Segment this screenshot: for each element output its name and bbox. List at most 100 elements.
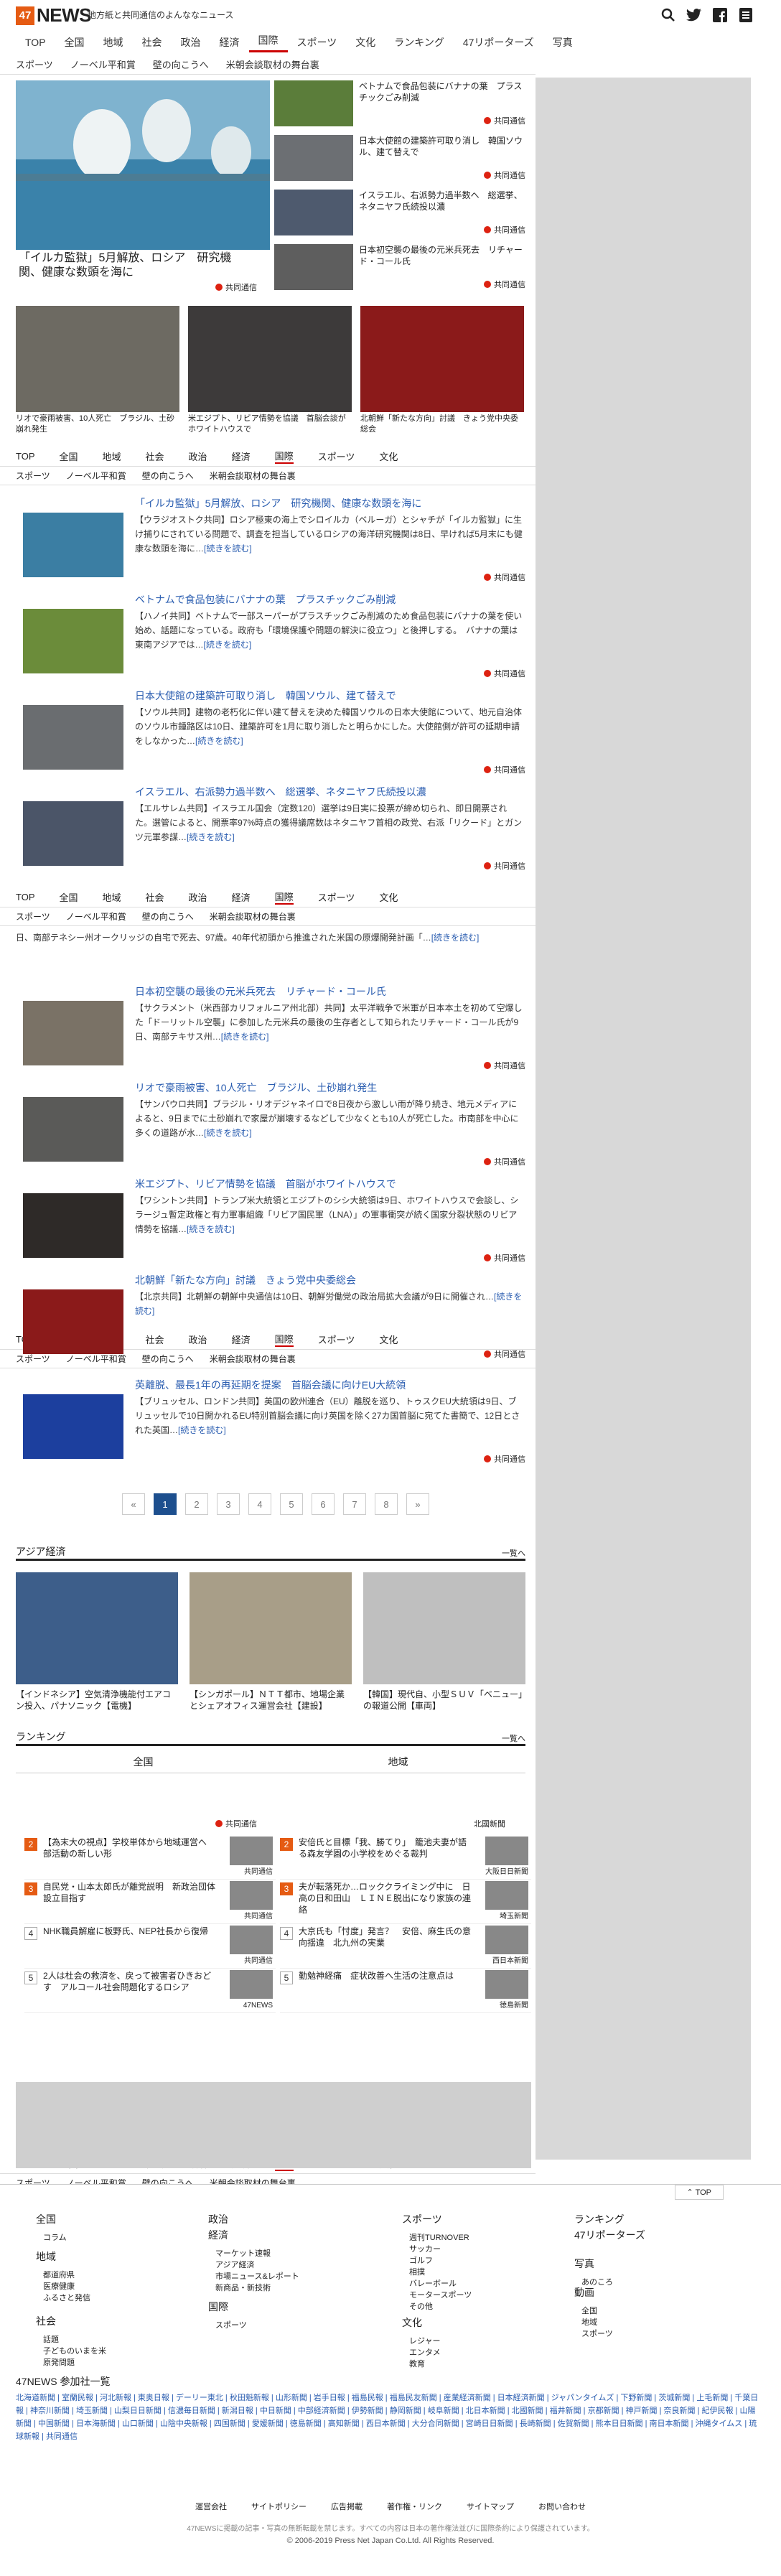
footer-link[interactable]: アジア経済 xyxy=(215,2259,299,2271)
photo-card-caption[interactable]: 北朝鮮「新たな方向」討議 きょう党中央委総会 xyxy=(360,414,524,435)
footer-heading[interactable]: 経済 xyxy=(208,2228,299,2242)
back-to-top-button[interactable]: ⌃ TOP xyxy=(674,2185,724,2200)
footer-link[interactable]: 地域 xyxy=(581,2317,613,2328)
asia-card-caption[interactable]: 【韓国】現代自、小型ＳＵＶ「ベニュー」の報道公開【車両】 xyxy=(363,1689,525,1712)
footer-link[interactable]: バレーボール xyxy=(409,2278,472,2290)
footer-link[interactable]: マーケット速報 xyxy=(215,2248,299,2259)
asia-card[interactable]: 【インドネシア】空気清浄機能付エアコン投入、パナソニック【電機】 xyxy=(16,1572,178,1712)
asia-card[interactable]: 【韓国】現代自、小型ＳＵＶ「ベニュー」の報道公開【車両】 xyxy=(363,1572,525,1712)
top-story-image[interactable] xyxy=(16,80,270,250)
ranking-title[interactable]: 2人は杜会の救済を、戻って被害者ひきおどす アルコール社会問題化するロシア xyxy=(43,1970,215,1993)
article-title[interactable]: リオで豪雨被害、10人死亡 ブラジル、土砂崩れ発生 xyxy=(135,1080,533,1096)
ranking-more-link[interactable]: 一覧へ xyxy=(502,1732,525,1744)
partners-list[interactable]: 北海道新聞 | 室蘭民報 | 河北新報 | 東奥日報 | デーリー東北 | 秋田… xyxy=(16,2391,762,2443)
article-title[interactable]: 北朝鮮「新たな方向」討議 きょう党中央委総会 xyxy=(135,1272,533,1288)
ranking-title[interactable]: 勤勉神経痛 症状改善へ生活の注意点は xyxy=(299,1970,471,1982)
page-button[interactable]: 4 xyxy=(248,1493,271,1515)
footer-heading[interactable]: 国際 xyxy=(208,2300,247,2314)
menu-icon[interactable] xyxy=(738,7,754,23)
read-more-link[interactable]: [続きを読む] xyxy=(204,640,252,650)
footer-link[interactable]: 教育 xyxy=(409,2358,441,2370)
footer-link[interactable]: 子どものいまを米 xyxy=(43,2346,106,2357)
footer-heading[interactable]: スポーツ xyxy=(402,2212,472,2226)
footer-bottom-link[interactable]: サイトポリシー xyxy=(251,2501,307,2512)
ranking-item[interactable]: 5 勤勉神経痛 症状改善へ生活の注意点は 徳島新聞 xyxy=(280,1969,531,2013)
footer-link[interactable]: レジャー xyxy=(409,2335,441,2347)
asia-card-image[interactable] xyxy=(190,1572,352,1684)
photo-card[interactable]: 米エジプト、リビア情勢を協議 首脳会談がホワイトハウスで xyxy=(188,306,352,434)
ranking-title[interactable]: 【為末大の視点】学校単体から地域運営へ 部活動の新しい形 xyxy=(43,1837,215,1859)
footer-link[interactable]: 相撲 xyxy=(409,2267,472,2278)
article-thumb[interactable] xyxy=(23,705,123,770)
footer-link[interactable]: 医療健康 xyxy=(43,2281,90,2292)
nav-item[interactable]: 経済 xyxy=(232,449,251,463)
top-story-caption[interactable]: 「イルカ監獄」5月解放、ロシア 研究機関、健康な数頭を海に xyxy=(19,251,248,280)
side-story-thumb[interactable] xyxy=(274,80,353,126)
asia-card-image[interactable] xyxy=(16,1572,178,1684)
ranking-thumb[interactable] xyxy=(230,1837,273,1865)
photo-card-caption[interactable]: 米エジプト、リビア情勢を協議 首脳会談がホワイトハウスで xyxy=(188,414,352,435)
page-button[interactable]: » xyxy=(406,1493,429,1515)
footer-heading[interactable]: 文化 xyxy=(402,2315,441,2330)
side-story-thumb[interactable] xyxy=(274,135,353,181)
nav-item[interactable]: スポーツ xyxy=(318,449,355,463)
nav-item[interactable]: 地域 xyxy=(103,890,121,904)
ranking-item[interactable]: 2 安倍氏と目標「我、勝てり」 籠池夫妻が語る森友学園の小学校をめぐる裁判 大阪日日… xyxy=(280,1835,531,1880)
side-story[interactable]: 日本初空襲の最後の元米兵死去 リチャード・コール氏 共同通信 xyxy=(274,244,533,290)
footer-link[interactable]: 都道府県 xyxy=(43,2269,90,2281)
footer-link[interactable]: 原発問題 xyxy=(43,2357,106,2369)
sub-nav-item[interactable]: 壁の向こうへ xyxy=(142,910,194,923)
nav-item[interactable]: 地域 xyxy=(94,35,133,50)
footer-heading[interactable]: 全国 xyxy=(36,2212,67,2226)
nav-item[interactable]: 文化 xyxy=(379,890,398,904)
sub-nav-item[interactable]: スポーツ xyxy=(16,910,50,923)
footer-link[interactable]: モータースポーツ xyxy=(409,2290,472,2301)
nav-item[interactable]: 47リポーターズ xyxy=(454,35,543,50)
nav-item[interactable]: 全国 xyxy=(60,890,78,904)
side-story-title[interactable]: ベトナムで食品包装にバナナの葉 プラスチックごみ削減 xyxy=(359,80,528,103)
read-more-link[interactable]: [続きを読む] xyxy=(187,832,235,842)
twitter-icon[interactable] xyxy=(686,7,702,23)
article-title[interactable]: 日本大使館の建築許可取り消し 韓国ソウル、建て替えで xyxy=(135,688,533,704)
article-thumb[interactable] xyxy=(23,1394,123,1459)
nav-item[interactable]: 社会 xyxy=(146,890,164,904)
nav-item[interactable]: 国際 xyxy=(274,890,294,905)
sub-nav-item[interactable]: 米朝会談取材の舞台裏 xyxy=(210,910,296,923)
ranking-thumb[interactable] xyxy=(230,1970,273,1999)
photo-card[interactable]: リオで豪雨被害、10人死亡 ブラジル、土砂崩れ発生 xyxy=(16,306,179,434)
ranking-thumb[interactable] xyxy=(485,1926,528,1954)
read-more-link[interactable]: [続きを読む] xyxy=(195,736,243,746)
side-story[interactable]: 日本大使館の建築許可取り消し 韓国ソウル、建て替えで 共同通信 xyxy=(274,135,533,181)
footer-link[interactable]: スポーツ xyxy=(215,2320,247,2331)
page-button[interactable]: 5 xyxy=(280,1493,303,1515)
article-title[interactable]: 「イルカ監獄」5月解放、ロシア 研究機関、健康な数頭を海に xyxy=(135,495,533,511)
footer-link[interactable]: ふるさと発信 xyxy=(43,2292,90,2304)
article-thumb[interactable] xyxy=(23,801,123,866)
page-button[interactable]: « xyxy=(122,1493,145,1515)
nav-item[interactable]: 文化 xyxy=(346,35,385,50)
ranking-title[interactable]: 自民党・山本太郎氏が離党説明 新政治団体設立目指す xyxy=(43,1881,215,1904)
footer-link[interactable]: エンタメ xyxy=(409,2347,441,2358)
nav-item[interactable]: 経済 xyxy=(210,35,249,50)
nav-item[interactable]: 政治 xyxy=(189,890,207,904)
ranking-item[interactable]: 4 大京氏も「忖度」発言？ 安倍、麻生氏の意向揺違 北九州の実業 西日本新聞 xyxy=(280,1924,531,1969)
ranking-item[interactable]: 3 自民党・山本太郎氏が離党説明 新政治団体設立目指す 共同通信 xyxy=(24,1880,276,1924)
page-button[interactable]: 1 xyxy=(154,1493,177,1515)
nav-item[interactable]: 全国 xyxy=(55,35,94,50)
sub-nav-item[interactable]: スポーツ xyxy=(16,57,53,71)
read-more-link[interactable]: [続きを読む] xyxy=(187,1224,235,1234)
footer-link[interactable]: 話題 xyxy=(43,2334,106,2346)
ranking-title[interactable]: 安倍氏と目標「我、勝てり」 籠池夫妻が語る森友学園の小学校をめぐる裁判 xyxy=(299,1837,471,1859)
sub-nav-item[interactable]: 米朝会談取材の舞台裏 xyxy=(210,470,296,482)
article-thumb[interactable] xyxy=(23,1193,123,1258)
ranking-thumb[interactable] xyxy=(230,1881,273,1910)
footer-bottom-link[interactable]: 著作権・リンク xyxy=(387,2501,442,2512)
side-story-title[interactable]: 日本初空襲の最後の元米兵死去 リチャード・コール氏 xyxy=(359,244,528,267)
page-button[interactable]: 8 xyxy=(375,1493,398,1515)
ranking-item[interactable]: 2 【為末大の視点】学校単体から地域運営へ 部活動の新しい形 共同通信 xyxy=(24,1835,276,1880)
ranking-title[interactable]: 大京氏も「忖度」発言？ 安倍、麻生氏の意向揺違 北九州の実業 xyxy=(299,1926,471,1949)
facebook-icon[interactable] xyxy=(712,7,728,23)
ranking-item[interactable]: 4 NHK職員解雇に板野氏、NEP社長から復帰 共同通信 xyxy=(24,1924,276,1969)
read-more-link[interactable]: [続きを読む] xyxy=(221,1032,269,1042)
ranking-item[interactable]: 3 夫が転落死か…ロッククライミング中に 日高の日和田山 ＬＩＮＥ脱出になり家族の… xyxy=(280,1880,531,1924)
